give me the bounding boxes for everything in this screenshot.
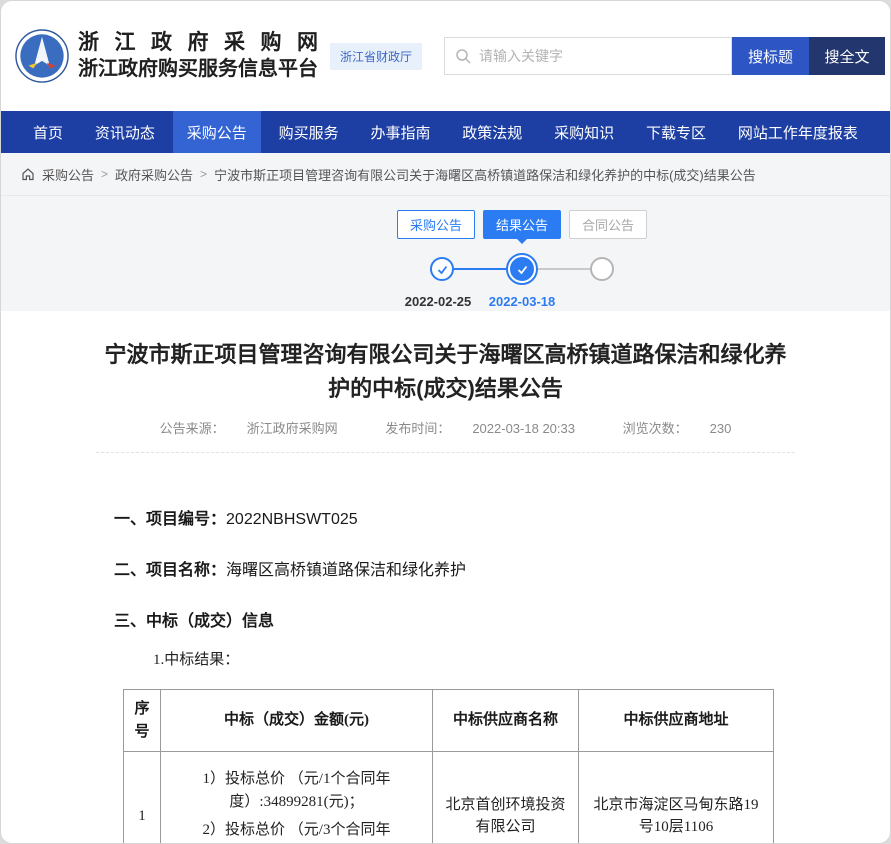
stage-timeline: 采购公告 结果公告 合同公告: [362, 210, 682, 312]
col-header-address: 中标供应商地址: [579, 690, 774, 752]
stage-done-check-icon: [430, 257, 454, 281]
award-result-table: 序号 中标（成交）金额(元) 中标供应商名称 中标供应商地址 1 1）投标总价 …: [123, 689, 774, 844]
search-fulltext-button[interactable]: 搜全文: [809, 37, 885, 75]
meta-time-value: 2022-03-18 20:33: [472, 421, 575, 436]
stage-tabs: 采购公告 结果公告 合同公告: [397, 210, 647, 239]
breadcrumb-separator: >: [200, 167, 207, 181]
breadcrumb-item-2[interactable]: 政府采购公告: [115, 165, 193, 184]
meta-time-label: 发布时间：: [385, 421, 450, 436]
search-icon: [455, 48, 471, 64]
search-input[interactable]: [479, 48, 721, 64]
meta-source-value: 浙江政府采购网: [247, 421, 338, 436]
main-nav: 首页 资讯动态 采购公告 购买服务 办事指南 政策法规 采购知识 下载专区 网站…: [1, 111, 890, 153]
site-title-block: 浙江政府采购网 浙江政府购买服务信息平台: [78, 30, 318, 81]
amount-line-1: 1）投标总价 （元/1个合同年度）:34899281(元)；: [169, 768, 424, 813]
stage-pending-circle-icon: [590, 257, 614, 281]
table-header-row: 序号 中标（成交）金额(元) 中标供应商名称 中标供应商地址: [124, 690, 774, 752]
col-header-index: 序号: [124, 690, 161, 752]
nav-item-home[interactable]: 首页: [19, 111, 77, 153]
article-title: 宁波市斯正项目管理咨询有限公司关于海曙区高桥镇道路保洁和绿化养护的中标(成交)结…: [96, 338, 796, 406]
section-award-info: 三、中标（成交）信息: [114, 607, 794, 631]
article-body: 一、项目编号：2022NBHSWT025 二、项目名称：海曙区高桥镇道路保洁和绿…: [114, 505, 794, 844]
award-result-subtitle: 1.中标结果：: [153, 648, 794, 669]
site-logo-icon: [15, 29, 69, 83]
meta-views-label: 浏览次数：: [623, 421, 688, 436]
nav-item-news[interactable]: 资讯动态: [81, 111, 169, 153]
authority-badge: 浙江省财政厅: [330, 43, 422, 70]
search-title-button[interactable]: 搜标题: [732, 37, 809, 75]
stage-date-result: 2022-03-18: [489, 294, 556, 309]
breadcrumb-item-current: 宁波市斯正项目管理咨询有限公司关于海曙区高桥镇道路保洁和绿化养护的中标(成交)结…: [214, 165, 756, 184]
announcement-stage-band: 采购公告 结果公告 合同公告: [1, 196, 890, 311]
tab-result-notice-label: 结果公告: [496, 218, 548, 233]
stage-progress: [430, 253, 614, 285]
tab-contract-notice[interactable]: 合同公告: [569, 210, 647, 239]
meta-divider: [96, 452, 795, 453]
cell-supplier: 北京首创环境投资有限公司: [433, 752, 579, 844]
nav-item-procurement-notice[interactable]: 采购公告: [173, 111, 261, 153]
article-meta: 公告来源： 浙江政府采购网 发布时间： 2022-03-18 20:33 浏览次数：…: [1, 418, 890, 437]
meta-views: 浏览次数： 230: [612, 421, 743, 436]
amount-line-2: 2）投标总价 （元/3个合同年度）:100729804(元)。: [169, 819, 424, 844]
cell-address: 北京市海淀区马甸东路19号10层1106: [579, 752, 774, 844]
site-name: 浙江政府采购网: [78, 30, 318, 56]
search-box[interactable]: [444, 37, 732, 75]
meta-source-label: 公告来源：: [160, 421, 225, 436]
project-name-value: 海曙区高桥镇道路保洁和绿化养护: [226, 562, 466, 579]
breadcrumb-separator: >: [101, 167, 108, 181]
nav-item-annual-report[interactable]: 网站工作年度报表: [724, 111, 872, 153]
meta-source: 公告来源： 浙江政府采购网: [149, 421, 349, 436]
page-card: 浙江政府采购网 浙江政府购买服务信息平台 浙江省财政厅 搜标题 搜全文 首页 资…: [0, 0, 891, 844]
section-project-name: 二、项目名称：海曙区高桥镇道路保洁和绿化养护: [114, 556, 794, 580]
col-header-amount: 中标（成交）金额(元): [161, 690, 433, 752]
project-name-label: 二、项目名称：: [114, 562, 226, 579]
award-info-label: 三、中标（成交）信息: [114, 613, 274, 630]
nav-item-knowledge[interactable]: 采购知识: [540, 111, 628, 153]
col-header-supplier: 中标供应商名称: [433, 690, 579, 752]
project-number-value: 2022NBHSWT025: [226, 511, 358, 528]
site-header: 浙江政府采购网 浙江政府购买服务信息平台 浙江省财政厅 搜标题 搜全文: [1, 1, 890, 111]
tab-result-notice[interactable]: 结果公告: [483, 210, 561, 239]
meta-views-value: 230: [710, 421, 732, 436]
stage-dates: 2022-02-25 2022-03-18: [422, 294, 622, 312]
project-number-label: 一、项目编号：: [114, 511, 226, 528]
meta-time: 发布时间： 2022-03-18 20:33: [374, 421, 586, 436]
stage-date-procurement: 2022-02-25: [405, 294, 472, 309]
section-project-number: 一、项目编号：2022NBHSWT025: [114, 505, 794, 529]
nav-item-download[interactable]: 下载专区: [632, 111, 720, 153]
article-content: 宁波市斯正项目管理咨询有限公司关于海曙区高桥镇道路保洁和绿化养护的中标(成交)结…: [1, 311, 890, 844]
stage-connector-done: [454, 268, 506, 270]
table-row: 1 1）投标总价 （元/1个合同年度）:34899281(元)； 2）投标总价 …: [124, 752, 774, 844]
breadcrumb: 采购公告 > 政府采购公告 > 宁波市斯正项目管理咨询有限公司关于海曙区高桥镇道…: [1, 153, 890, 196]
nav-item-purchase-service[interactable]: 购买服务: [265, 111, 353, 153]
tab-pointer: [515, 237, 529, 244]
nav-item-guide[interactable]: 办事指南: [356, 111, 444, 153]
cell-index: 1: [124, 752, 161, 844]
nav-item-policy[interactable]: 政策法规: [448, 111, 536, 153]
site-subname: 浙江政府购买服务信息平台: [78, 57, 318, 82]
stage-active-check-icon: [506, 253, 538, 285]
stage-connector-pending: [538, 268, 590, 270]
cell-amount: 1）投标总价 （元/1个合同年度）:34899281(元)； 2）投标总价 （元…: [161, 752, 433, 844]
home-icon: [21, 167, 35, 181]
search-group: 搜标题 搜全文: [444, 37, 885, 75]
tab-procurement-notice[interactable]: 采购公告: [397, 210, 475, 239]
breadcrumb-item-1[interactable]: 采购公告: [42, 165, 94, 184]
